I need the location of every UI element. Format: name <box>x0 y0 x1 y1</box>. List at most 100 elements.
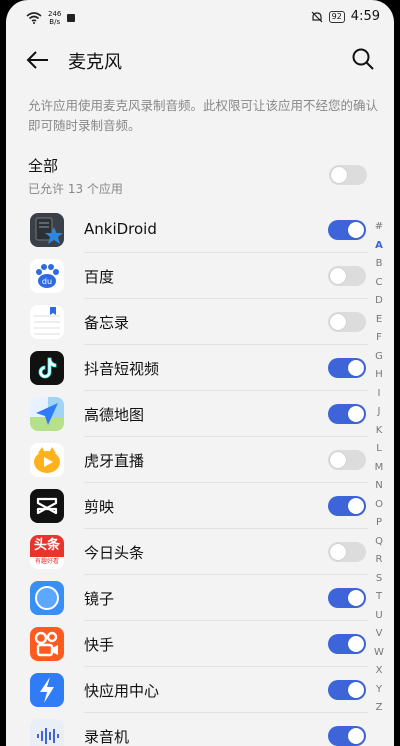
alphabet-letter[interactable]: K <box>372 422 386 441</box>
alphabet-letter[interactable]: H <box>372 366 386 385</box>
app-name: 百度 <box>84 268 115 286</box>
ankidroid-icon <box>30 213 64 247</box>
toggle-knob <box>348 728 364 744</box>
permission-toggle[interactable] <box>328 496 366 516</box>
search-icon[interactable] <box>350 46 376 72</box>
notification-icon <box>67 14 76 22</box>
alphabet-index[interactable]: # A B C D E F G H I J K L M N O P Q R S T U V W X Y Z <box>372 218 386 718</box>
app-name: 剪映 <box>84 498 115 516</box>
app-name: 录音机 <box>84 728 130 746</box>
app-name: 备忘录 <box>84 314 130 332</box>
toggle-knob <box>348 636 364 652</box>
allow-all-label: 全部 <box>28 157 59 175</box>
capcut-icon <box>30 489 64 523</box>
alphabet-letter[interactable]: W <box>372 644 386 663</box>
app-row[interactable]: 录音机 <box>6 713 376 746</box>
quickapp-icon <box>30 673 64 707</box>
permission-toggle[interactable] <box>328 542 366 562</box>
alphabet-letter[interactable]: P <box>372 514 386 533</box>
permission-toggle[interactable] <box>328 634 366 654</box>
app-row[interactable]: 虎牙直播 <box>6 437 376 483</box>
alphabet-letter[interactable]: Z <box>372 699 386 718</box>
app-row[interactable]: 头条 有趣好看 今日头条 <box>6 529 376 575</box>
app-row[interactable]: 抖音短视频 <box>6 345 376 391</box>
app-row[interactable]: 镜子 <box>6 575 376 621</box>
alphabet-letter[interactable]: U <box>372 607 386 626</box>
mirror-icon <box>30 581 64 615</box>
alphabet-letter[interactable]: T <box>372 588 386 607</box>
app-row[interactable]: 高德地图 <box>6 391 376 437</box>
alphabet-letter[interactable]: B <box>372 255 386 274</box>
back-arrow-icon[interactable] <box>24 48 52 72</box>
alphabet-letter[interactable]: J <box>372 403 386 422</box>
toggle-knob <box>331 167 347 183</box>
alphabet-letter[interactable]: V <box>372 625 386 644</box>
svg-text:du: du <box>42 277 52 286</box>
app-name: 快手 <box>84 636 115 654</box>
allow-all-row[interactable]: 全部 已允许 13 个应用 <box>28 155 373 196</box>
permission-toggle[interactable] <box>328 312 366 332</box>
toutiao-logo-subtext: 有趣好看 <box>34 558 59 565</box>
app-name: AnkiDroid <box>84 220 157 238</box>
app-name: 抖音短视频 <box>84 360 160 378</box>
toggle-knob <box>330 452 346 468</box>
toggle-knob <box>348 498 364 514</box>
permission-toggle[interactable] <box>328 404 366 424</box>
alphabet-letter[interactable]: D <box>372 292 386 311</box>
status-bar: 246 B/s 92 4:59 <box>6 0 394 38</box>
mute-icon <box>311 11 323 22</box>
app-row[interactable]: 快手 <box>6 621 376 667</box>
permission-toggle[interactable] <box>328 220 366 240</box>
phone-screen: 246 B/s 92 4:59 麦克风 允许应用使用麦克风录制音频。此权限可让该… <box>6 0 394 746</box>
alphabet-letter[interactable]: A <box>372 237 386 256</box>
toutiao-logo-text: 头条 <box>30 535 64 557</box>
alphabet-letter[interactable]: F <box>372 329 386 348</box>
permission-toggle[interactable] <box>328 680 366 700</box>
alphabet-letter[interactable]: R <box>372 551 386 570</box>
baidu-icon: du <box>30 259 64 293</box>
kuaishou-icon <box>30 627 64 661</box>
alphabet-letter[interactable]: N <box>372 477 386 496</box>
toggle-knob <box>330 544 346 560</box>
alphabet-letter[interactable]: L <box>372 440 386 459</box>
permission-toggle[interactable] <box>328 450 366 470</box>
alphabet-letter[interactable]: S <box>372 570 386 589</box>
wifi-icon <box>26 12 42 24</box>
toggle-knob <box>348 682 364 698</box>
app-name: 高德地图 <box>84 406 145 424</box>
alphabet-letter[interactable]: Y <box>372 681 386 700</box>
alphabet-letter[interactable]: X <box>372 662 386 681</box>
alphabet-letter[interactable]: # <box>372 218 386 237</box>
alphabet-letter[interactable]: E <box>372 311 386 330</box>
permission-toggle[interactable] <box>328 588 366 608</box>
page-title: 麦克风 <box>68 52 122 73</box>
douyin-icon <box>30 351 64 385</box>
permission-toggle[interactable] <box>328 358 366 378</box>
app-row[interactable]: AnkiDroid <box>6 207 376 253</box>
app-row[interactable]: du 百度 <box>6 253 376 299</box>
amap-icon <box>30 397 64 431</box>
app-header: 麦克风 <box>6 38 394 82</box>
app-row[interactable]: 快应用中心 <box>6 667 376 713</box>
permission-toggle[interactable] <box>328 726 366 746</box>
toggle-knob <box>348 222 364 238</box>
alphabet-letter[interactable]: O <box>372 496 386 515</box>
permission-toggle[interactable] <box>328 266 366 286</box>
app-row[interactable]: 备忘录 <box>6 299 376 345</box>
app-name: 快应用中心 <box>84 682 160 700</box>
alphabet-letter[interactable]: Q <box>372 533 386 552</box>
status-right: 92 4:59 <box>311 9 380 24</box>
alphabet-letter[interactable]: M <box>372 459 386 478</box>
allow-all-toggle[interactable] <box>329 165 367 185</box>
app-name: 镜子 <box>84 590 115 608</box>
toggle-knob <box>330 314 346 330</box>
recorder-icon <box>30 719 64 746</box>
alphabet-letter[interactable]: C <box>372 274 386 293</box>
toggle-knob <box>348 590 364 606</box>
app-row[interactable]: 剪映 <box>6 483 376 529</box>
alphabet-letter[interactable]: I <box>372 385 386 404</box>
alphabet-letter[interactable]: G <box>372 348 386 367</box>
network-speed: 246 B/s <box>48 10 61 26</box>
app-list: AnkiDroid du 百度备忘录抖音短视频高德地图虎牙直播剪映头条 有趣好看 今日头… <box>6 207 376 746</box>
toutiao-icon: 头条 有趣好看 <box>30 535 64 569</box>
